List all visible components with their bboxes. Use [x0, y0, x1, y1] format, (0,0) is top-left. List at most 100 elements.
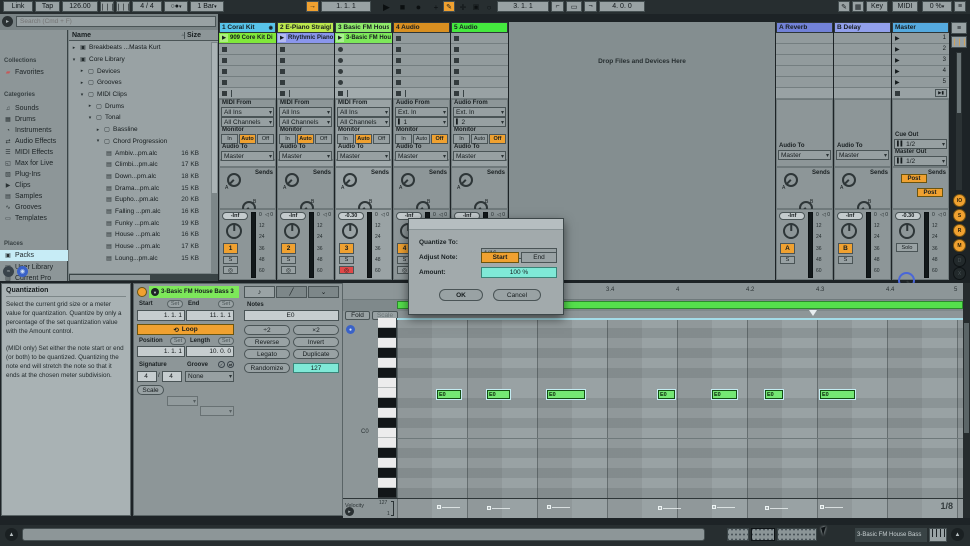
monitor-in-button[interactable]: In [279, 134, 296, 144]
pan-knob[interactable] [783, 223, 799, 239]
pan-knob[interactable] [342, 223, 358, 239]
set-end-button[interactable]: Set [218, 300, 234, 308]
nudge-down-icon[interactable]: ❘❘❘ [100, 1, 114, 12]
scale-root-select[interactable] [167, 396, 198, 406]
track-header[interactable]: 5 Audio [451, 22, 508, 33]
sidebar-item-grooves[interactable]: ∿Grooves [0, 202, 68, 213]
tree-row[interactable]: ▤House ...pm.alc17 KB [69, 241, 211, 253]
send-a-knob[interactable] [784, 173, 798, 187]
mini-keyboard-icon[interactable] [929, 528, 947, 542]
preview-headphone-icon[interactable]: ● [346, 325, 355, 334]
tap-tempo-button[interactable]: Tap [35, 1, 60, 12]
note-range-field[interactable]: E0 [244, 310, 339, 321]
overview-menu-icon[interactable]: ≡ [951, 22, 967, 34]
sidebar-item-drums[interactable]: ▦Drums [0, 114, 68, 125]
browser-vertical-scrollbar[interactable] [211, 42, 218, 273]
clip-play-icon[interactable]: ▶ [278, 34, 286, 42]
record-button[interactable]: ● [412, 1, 425, 13]
tree-row[interactable]: ▸▢Grooves [69, 77, 211, 89]
clip-slot[interactable] [335, 77, 392, 88]
velocity-marker[interactable] [820, 505, 824, 509]
device-drop-strip[interactable] [219, 160, 276, 167]
sidebar-item-samples[interactable]: ▤Samples [0, 191, 68, 202]
chevron-down-icon[interactable]: ◉ [269, 25, 273, 31]
monitor-off-button[interactable]: Off [257, 134, 274, 144]
tree-row[interactable]: ▤Climbi...pm.alc17 KB [69, 159, 211, 171]
device-drop-strip[interactable] [393, 160, 450, 167]
track-stop-slot[interactable] [277, 88, 334, 99]
show-io-toggle[interactable]: IO [953, 194, 966, 207]
audio-to-select[interactable]: Master [337, 151, 390, 161]
scene-play-icon[interactable]: ▶ [892, 46, 900, 53]
empty-slot[interactable] [776, 66, 833, 77]
scene-play-icon[interactable]: ▶ [892, 35, 900, 42]
monitor-off-button[interactable]: Off [431, 134, 448, 144]
return-activator-button[interactable]: B [838, 243, 853, 254]
groove-commit-icon[interactable]: ✓ [218, 361, 225, 368]
master-header[interactable]: Master [892, 22, 949, 33]
back-to-arrangement-icon[interactable]: ▶▮ [935, 89, 947, 97]
volume-display[interactable]: -Inf [837, 212, 863, 220]
track-header[interactable]: 2 E-Piano Straigh [277, 22, 334, 33]
solo-button[interactable]: S [838, 256, 853, 264]
scale-name-select[interactable] [200, 406, 234, 416]
scene-slot[interactable]: ▶4 [892, 66, 949, 77]
send-a-knob[interactable] [401, 173, 415, 187]
empty-slot[interactable] [776, 44, 833, 55]
overdub-button[interactable]: + [430, 1, 442, 13]
stop-all-clips-slot[interactable]: ▶▮ [892, 88, 949, 99]
send-a-knob[interactable] [343, 173, 357, 187]
empty-slot[interactable] [776, 77, 833, 88]
audio-channel-select[interactable]: ▌1 [395, 117, 448, 127]
clip-slot[interactable] [219, 77, 276, 88]
monitor-auto-button[interactable]: Auto [471, 134, 488, 144]
return-header[interactable]: B Delay [834, 22, 891, 33]
track-stop-slot[interactable] [393, 88, 450, 99]
volume-display[interactable]: -Inf [779, 212, 805, 220]
search-input[interactable] [16, 16, 216, 27]
nudge-up-icon[interactable]: ❘❘❘ [116, 1, 130, 12]
clip-slot[interactable] [277, 77, 334, 88]
adjust-start-button[interactable]: Start [481, 252, 519, 263]
empty-slot[interactable] [834, 55, 891, 66]
audio-from-select[interactable]: Ext. In [453, 107, 506, 117]
monitor-in-button[interactable]: In [337, 134, 354, 144]
clip-slot[interactable] [451, 55, 508, 66]
tree-row[interactable]: ▤House ...pm.alc16 KB [69, 229, 211, 241]
empty-slot[interactable] [834, 77, 891, 88]
velocity-lane-toggle-icon[interactable]: ▸ [345, 507, 354, 516]
send-b-pre-post-button[interactable]: Post [917, 188, 943, 197]
piano-keyboard[interactable] [378, 318, 397, 498]
track-activator-button[interactable]: 1 [223, 243, 238, 254]
arm-button[interactable]: ◎ [281, 266, 296, 274]
reverse-button[interactable]: Reverse [244, 337, 290, 347]
duplicate-button[interactable]: Duplicate [293, 349, 339, 359]
monitor-in-button[interactable]: In [395, 134, 412, 144]
loop-switch-button[interactable]: ▭ [566, 1, 582, 12]
tree-row[interactable]: ▸▣Breakbeats ...Masta Kurt [69, 42, 211, 54]
tree-row[interactable]: ▸▢Devices [69, 65, 211, 77]
send-a-knob[interactable] [459, 173, 473, 187]
volume-display[interactable]: -0.30 [338, 212, 364, 220]
velocity-marker[interactable] [765, 506, 769, 510]
loop-toggle-icon[interactable]: ○ [483, 1, 495, 13]
pan-knob[interactable] [226, 223, 242, 239]
groove-select[interactable]: None [185, 371, 234, 382]
send-a-knob[interactable] [227, 173, 241, 187]
computer-keyboard-icon[interactable]: ▦ [852, 1, 864, 12]
audio-channel-select[interactable]: ▌2 [453, 117, 506, 127]
fold-button[interactable]: Fold [345, 311, 370, 320]
volume-display[interactable]: -Inf [280, 212, 306, 220]
sidebar-item-audio-effects[interactable]: ⇄Audio Effects [0, 136, 68, 147]
legato-button[interactable]: Legato [244, 349, 290, 359]
tempo-field[interactable]: 126.00 [62, 1, 98, 12]
midi-map-button[interactable]: MIDI [892, 1, 918, 12]
monitor-auto-button[interactable]: Auto [297, 134, 314, 144]
randomize-amount-field[interactable]: 127 [293, 363, 339, 373]
cue-out-select[interactable]: ▌▌1/2 [894, 139, 947, 149]
detail-view-toggle-icon[interactable]: ▲ [951, 528, 964, 541]
loop-position-field[interactable]: 1. 1. 1 [137, 346, 185, 357]
stop-button[interactable]: ■ [396, 1, 409, 13]
velocity-marker[interactable] [487, 506, 491, 510]
monitor-in-button[interactable]: In [221, 134, 238, 144]
